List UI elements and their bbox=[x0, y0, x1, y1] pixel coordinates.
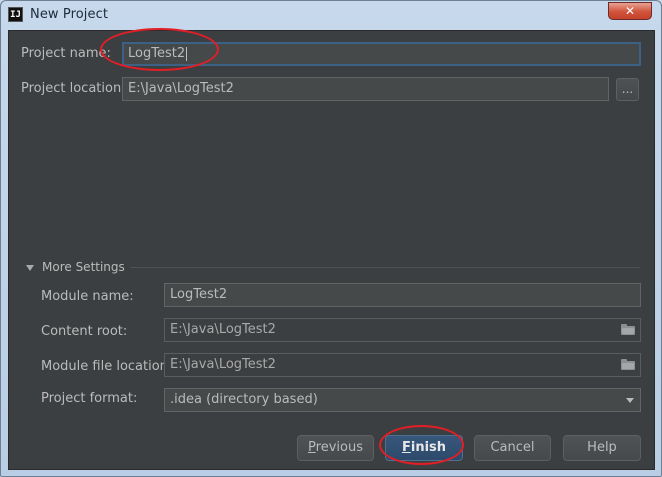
content-root-label: Content root: bbox=[41, 324, 128, 339]
window-title: New Project bbox=[30, 7, 109, 22]
module-name-label: Module name: bbox=[41, 289, 134, 304]
project-format-value: .idea (directory based) bbox=[170, 392, 318, 407]
project-location-input[interactable]: E:\Java\LogTest2 bbox=[122, 77, 609, 101]
content-root-input[interactable]: E:\Java\LogTest2 bbox=[164, 318, 641, 342]
text-caret bbox=[186, 46, 188, 61]
finish-label: inish bbox=[410, 440, 447, 455]
module-name-input[interactable]: LogTest2 bbox=[164, 283, 641, 307]
previous-label: revious bbox=[315, 440, 363, 455]
project-location-label: Project location: bbox=[21, 81, 126, 96]
project-name-label: Project name: bbox=[21, 46, 111, 61]
module-file-location-input[interactable]: E:\Java\LogTest2 bbox=[164, 353, 641, 377]
project-format-select[interactable]: .idea (directory based) bbox=[164, 388, 641, 412]
finish-mnemonic: F bbox=[401, 440, 411, 455]
more-settings-toggle[interactable]: More Settings bbox=[42, 260, 125, 274]
section-divider bbox=[130, 267, 640, 268]
content-root-value: E:\Java\LogTest2 bbox=[170, 322, 276, 337]
intellij-icon: IJ bbox=[8, 7, 23, 22]
previous-mnemonic: P bbox=[308, 440, 316, 455]
chevron-down-icon bbox=[626, 398, 634, 403]
previous-button[interactable]: Previous bbox=[297, 435, 374, 461]
folder-icon[interactable] bbox=[621, 324, 635, 335]
title-bar[interactable]: IJ New Project ✕ bbox=[1, 1, 661, 29]
project-location-value: E:\Java\LogTest2 bbox=[128, 81, 234, 96]
module-file-location-value: E:\Java\LogTest2 bbox=[170, 357, 276, 372]
project-name-value: LogTest2 bbox=[128, 46, 186, 61]
cancel-button[interactable]: Cancel bbox=[474, 435, 551, 461]
module-file-location-label: Module file location: bbox=[41, 359, 173, 374]
triangle-down-icon[interactable] bbox=[26, 265, 34, 271]
new-project-dialog: IJ New Project ✕ Project name: LogTest2 … bbox=[0, 0, 662, 477]
close-button[interactable]: ✕ bbox=[608, 2, 652, 20]
browse-location-button[interactable]: ... bbox=[616, 78, 639, 101]
help-button[interactable]: Help bbox=[563, 435, 641, 461]
finish-button[interactable]: Finish bbox=[385, 435, 463, 461]
module-name-value: LogTest2 bbox=[170, 287, 228, 302]
dialog-content: Project name: LogTest2 Project location:… bbox=[8, 30, 655, 470]
project-format-label: Project format: bbox=[41, 391, 138, 406]
folder-icon[interactable] bbox=[621, 359, 635, 370]
project-name-input[interactable]: LogTest2 bbox=[122, 42, 641, 66]
